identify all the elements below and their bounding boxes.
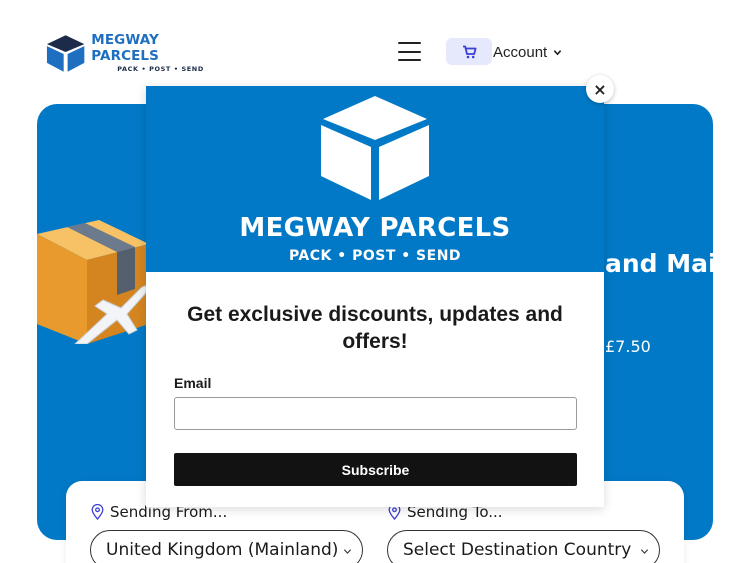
email-field[interactable] [174,397,577,430]
cube-logo-icon [46,35,85,72]
modal-brand-name: MEGWAY PARCELS [239,213,511,243]
account-menu[interactable]: Account [493,42,562,62]
chevron-down-icon [640,549,649,555]
sending-from-value: United Kingdom (Mainland) [106,540,339,560]
modal-brand-tagline: PACK • POST • SEND [288,248,462,264]
parcel-plane-illustration [37,220,149,344]
cube-logo-icon [321,96,429,200]
hamburger-icon-bar [398,59,421,61]
cart-button[interactable] [446,38,492,65]
close-modal-button[interactable]: × [586,75,614,103]
subscribe-button[interactable]: Subscribe [174,453,577,486]
hero-price: £7.50 [605,337,651,356]
chevron-down-icon [553,49,562,55]
hero-title: and Mai [605,249,713,278]
cart-icon [462,45,476,58]
newsletter-modal: MEGWAY PARCELS PACK • POST • SEND Get ex… [146,86,604,507]
sending-to-select[interactable]: Select Destination Country [387,530,660,563]
modal-banner: MEGWAY PARCELS PACK • POST • SEND [146,86,604,272]
brand-tagline: PACK • POST • SEND [117,65,204,73]
close-icon: × [593,79,607,99]
hamburger-icon-bar [398,50,421,53]
sending-to-value: Select Destination Country [403,540,632,560]
modal-heading: Get exclusive discounts, updates and off… [187,303,563,353]
location-pin-icon [91,504,104,520]
sending-from-select[interactable]: United Kingdom (Mainland) [90,530,363,563]
account-label: Account [493,43,548,61]
email-label: Email [174,375,212,391]
brand-logo[interactable]: MEGWAY PARCELS PACK • POST • SEND [44,32,229,73]
chevron-down-icon [343,549,352,555]
hamburger-icon [398,42,421,44]
hamburger-menu-button[interactable] [398,42,421,61]
brand-name: MEGWAY PARCELS [91,32,159,64]
